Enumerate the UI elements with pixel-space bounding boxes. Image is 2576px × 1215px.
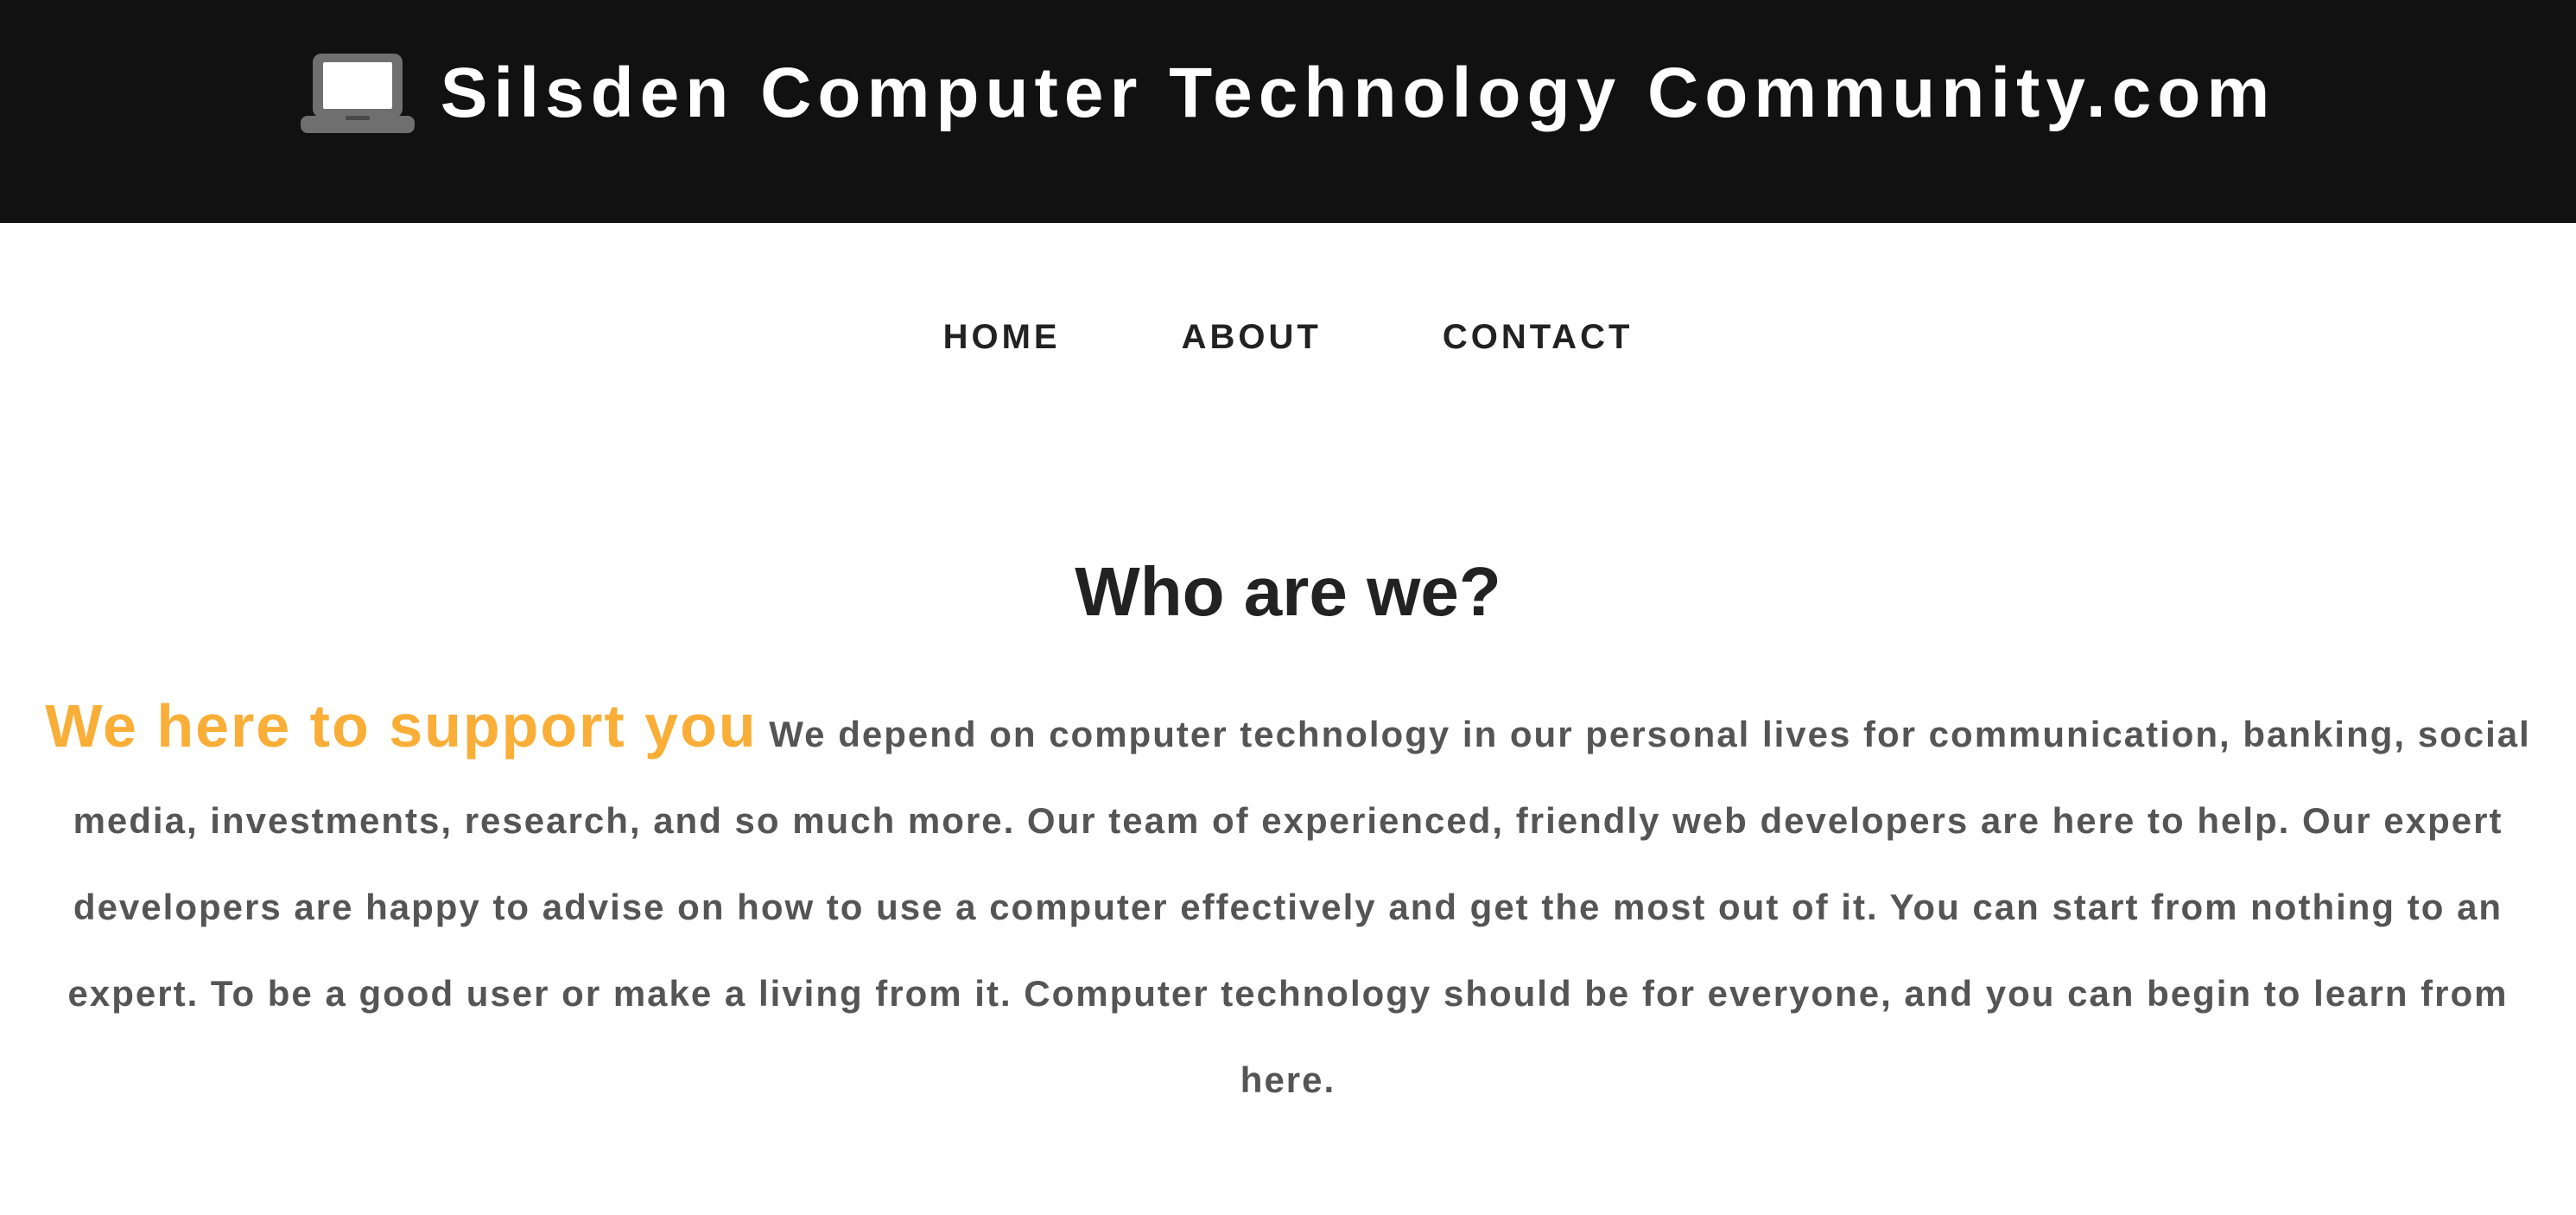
site-title: Silsden Computer Technology Community.co… — [440, 54, 2276, 132]
nav-home-link[interactable]: HOME — [943, 318, 1061, 357]
support-highlight: We here to support you — [45, 692, 758, 760]
intro-paragraph: We here to support you We depend on comp… — [35, 683, 2541, 1123]
site-header: Silsden Computer Technology Community.co… — [0, 0, 2576, 223]
main-nav: HOME ABOUT CONTACT — [0, 302, 2576, 372]
laptop-icon — [300, 54, 415, 133]
section-heading: Who are we? — [1075, 553, 1501, 630]
intro-body-text: We depend on computer technology in our … — [67, 714, 2531, 1100]
nav-about-link[interactable]: ABOUT — [1182, 318, 1322, 357]
brand: Silsden Computer Technology Community.co… — [0, 0, 2576, 187]
nav-contact-link[interactable]: CONTACT — [1443, 318, 1634, 357]
